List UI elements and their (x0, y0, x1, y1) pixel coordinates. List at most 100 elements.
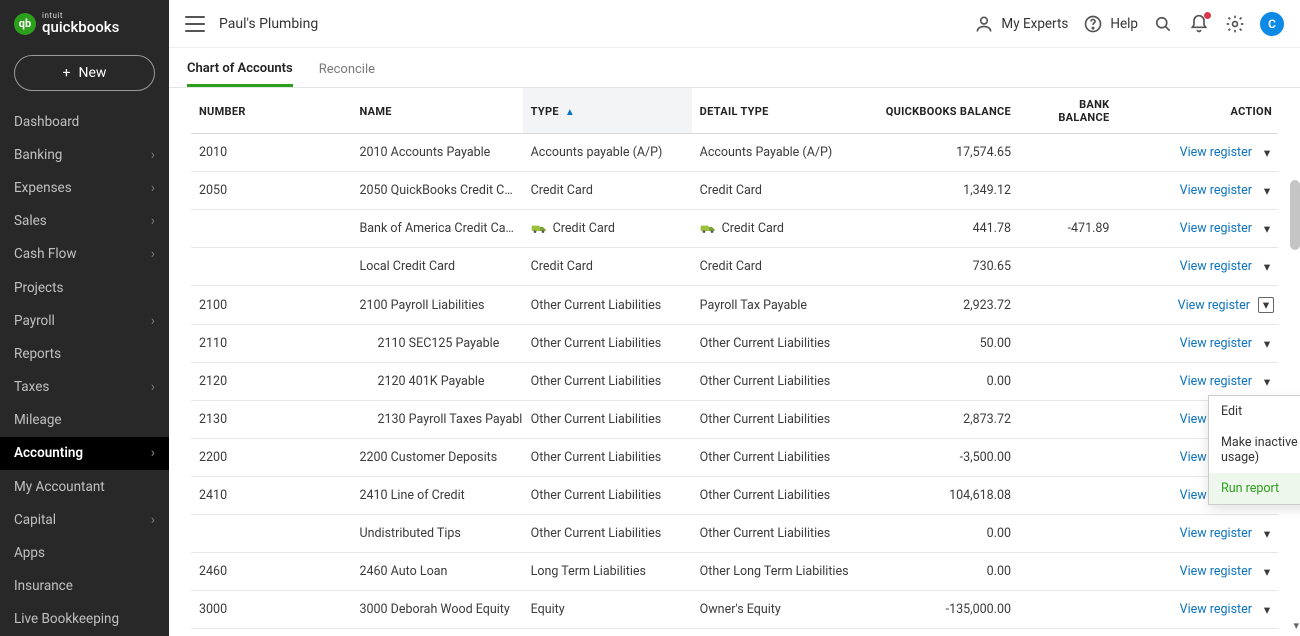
sidebar-item-taxes[interactable]: Taxes› (0, 371, 169, 404)
action-caret-icon[interactable]: ▾ (1258, 297, 1274, 313)
sidebar-item-label: Expenses (14, 180, 72, 196)
cell-bank-balance (1019, 401, 1117, 439)
cell-type: Credit Card (523, 172, 692, 210)
sidebar-item-label: Payroll (14, 313, 55, 329)
th-number[interactable]: NUMBER (191, 88, 351, 134)
view-register-link[interactable]: View register▾ (1180, 221, 1274, 236)
bell-icon[interactable] (1188, 13, 1210, 35)
cell-action: View register▾ (1117, 286, 1278, 325)
logo[interactable]: qb intuit quickbooks (0, 0, 169, 45)
cell-number: 2130 (191, 401, 351, 439)
sidebar-item-label: Banking (14, 147, 62, 163)
new-button[interactable]: + New (14, 55, 155, 91)
cell-action: View register▾ (1117, 325, 1278, 363)
cell-bank-balance (1019, 553, 1117, 591)
action-caret-icon[interactable]: ▾ (1260, 260, 1274, 274)
table-row: 30003000 Deborah Wood EquityEquityOwner'… (191, 591, 1278, 629)
sidebar-item-apps[interactable]: Apps (0, 536, 169, 569)
cell-type: Other Current Liabilities (523, 515, 692, 553)
cell-action: View register▾ (1117, 553, 1278, 591)
view-register-link[interactable]: View register▾ (1180, 183, 1274, 198)
sidebar-item-banking[interactable]: Banking› (0, 138, 169, 171)
sidebar-item-expenses[interactable]: Expenses › (0, 171, 169, 204)
th-qb-balance[interactable]: QUICKBOOKS BALANCE (861, 88, 1019, 134)
view-register-link[interactable]: View register▾ (1180, 374, 1274, 389)
view-register-link[interactable]: View register▾ (1180, 564, 1274, 579)
sidebar-item-label: Dashboard (14, 114, 79, 130)
sidebar-item-label: Sales (14, 213, 47, 229)
view-register-link[interactable]: View register▾ (1180, 336, 1274, 351)
gear-icon[interactable] (1224, 13, 1246, 35)
table-row: 21302130 Payroll Taxes PayableOther Curr… (191, 401, 1278, 439)
sidebar-item-mileage[interactable]: Mileage (0, 404, 169, 437)
action-caret-icon[interactable]: ▾ (1260, 527, 1274, 541)
view-register-link[interactable]: View register▾ (1180, 526, 1274, 541)
company-name: Paul's Plumbing (219, 16, 318, 32)
view-register-link[interactable]: View register▾ (1180, 259, 1274, 274)
brand-product: quickbooks (42, 20, 119, 35)
sidebar-item-capital[interactable]: Capital› (0, 503, 169, 536)
th-name[interactable]: NAME (351, 88, 522, 134)
cell-action: View register▾ (1117, 248, 1278, 286)
menu-item-edit[interactable]: Edit (1209, 396, 1300, 427)
avatar[interactable]: C (1260, 12, 1284, 36)
hamburger-icon[interactable] (185, 16, 205, 32)
chevron-right-icon: › (151, 180, 155, 196)
action-caret-icon[interactable]: ▾ (1260, 184, 1274, 198)
table-row: Undistributed TipsOther Current Liabilit… (191, 515, 1278, 553)
sidebar-item-label: Accounting (14, 445, 83, 461)
cell-bank-balance (1019, 591, 1117, 629)
search-icon[interactable] (1152, 13, 1174, 35)
sidebar-item-cash-flow[interactable]: Cash Flow› (0, 238, 169, 271)
action-caret-icon[interactable]: ▾ (1260, 603, 1274, 617)
menu-item-make-inactive-won-t-reduce-usage-[interactable]: Make inactive (won't reduce usage) (1209, 427, 1300, 473)
view-register-link[interactable]: View register▾ (1180, 602, 1274, 617)
scroll-down-icon[interactable]: ▾ (1293, 619, 1299, 632)
sidebar-item-projects[interactable]: Projects (0, 271, 169, 304)
action-caret-icon[interactable]: ▾ (1260, 375, 1274, 389)
sidebar-item-reports[interactable]: Reports (0, 337, 169, 370)
plus-icon: + (63, 65, 71, 81)
th-action: ACTION (1117, 88, 1278, 134)
sidebar-item-insurance[interactable]: Insurance (0, 570, 169, 603)
sidebar-item-payroll[interactable]: Payroll› (0, 304, 169, 337)
sidebar-item-dashboard[interactable]: Dashboard (0, 105, 169, 138)
sidebar-item-accounting[interactable]: Accounting› (0, 437, 169, 470)
cell-bank-balance (1019, 439, 1117, 477)
table-row: 20502050 QuickBooks Credit CardCredit Ca… (191, 172, 1278, 210)
sidebar-item-my-accountant[interactable]: My Accountant (0, 470, 169, 503)
help-link[interactable]: Help (1082, 13, 1138, 35)
sidebar-item-live-bookkeeping[interactable]: Live Bookkeeping (0, 603, 169, 636)
main: Paul's Plumbing My Experts Help (169, 0, 1300, 636)
th-type[interactable]: TYPE ▲ (523, 88, 692, 134)
action-caret-icon[interactable]: ▾ (1260, 146, 1274, 160)
cell-action: View register▾ (1117, 515, 1278, 553)
scrollbar-thumb[interactable] (1290, 180, 1300, 250)
cell-qb-balance (861, 629, 1019, 636)
action-caret-icon[interactable]: ▾ (1260, 565, 1274, 579)
my-experts-link[interactable]: My Experts (973, 13, 1068, 35)
cell-type: Other Current Liabilities (523, 477, 692, 515)
cell-detail: Credit Card (692, 172, 861, 210)
th-detail[interactable]: DETAIL TYPE (692, 88, 861, 134)
cell-detail: Other Current Liabilities (692, 515, 861, 553)
sidebar-item-label: Insurance (14, 578, 73, 594)
cell-name: 2460 Auto Loan (351, 553, 522, 591)
table-row: 22002200 Customer DepositsOther Current … (191, 439, 1278, 477)
tab-chart-of-accounts[interactable]: Chart of Accounts (187, 61, 293, 87)
tabs: Chart of Accounts Reconcile (169, 48, 1300, 88)
cell-detail: Other Current Liabilities (692, 439, 861, 477)
view-register-link[interactable]: View register▾ (1180, 145, 1274, 160)
action-caret-icon[interactable]: ▾ (1260, 337, 1274, 351)
cell-detail: Credit Card (692, 210, 861, 248)
tab-reconcile[interactable]: Reconcile (319, 62, 375, 87)
action-caret-icon[interactable]: ▾ (1260, 222, 1274, 236)
cell-detail: Accounts Payable (A/P) (692, 134, 861, 172)
cell-qb-balance: 2,873.72 (861, 401, 1019, 439)
cell-detail: Credit Card (692, 248, 861, 286)
th-bank-balance[interactable]: BANK BALANCE (1019, 88, 1117, 134)
menu-item-run-report[interactable]: Run report (1209, 473, 1300, 504)
view-register-link[interactable]: View register▾ (1178, 297, 1274, 313)
cell-detail: Other Current Liabilities (692, 477, 861, 515)
sidebar-item-sales[interactable]: Sales› (0, 205, 169, 238)
